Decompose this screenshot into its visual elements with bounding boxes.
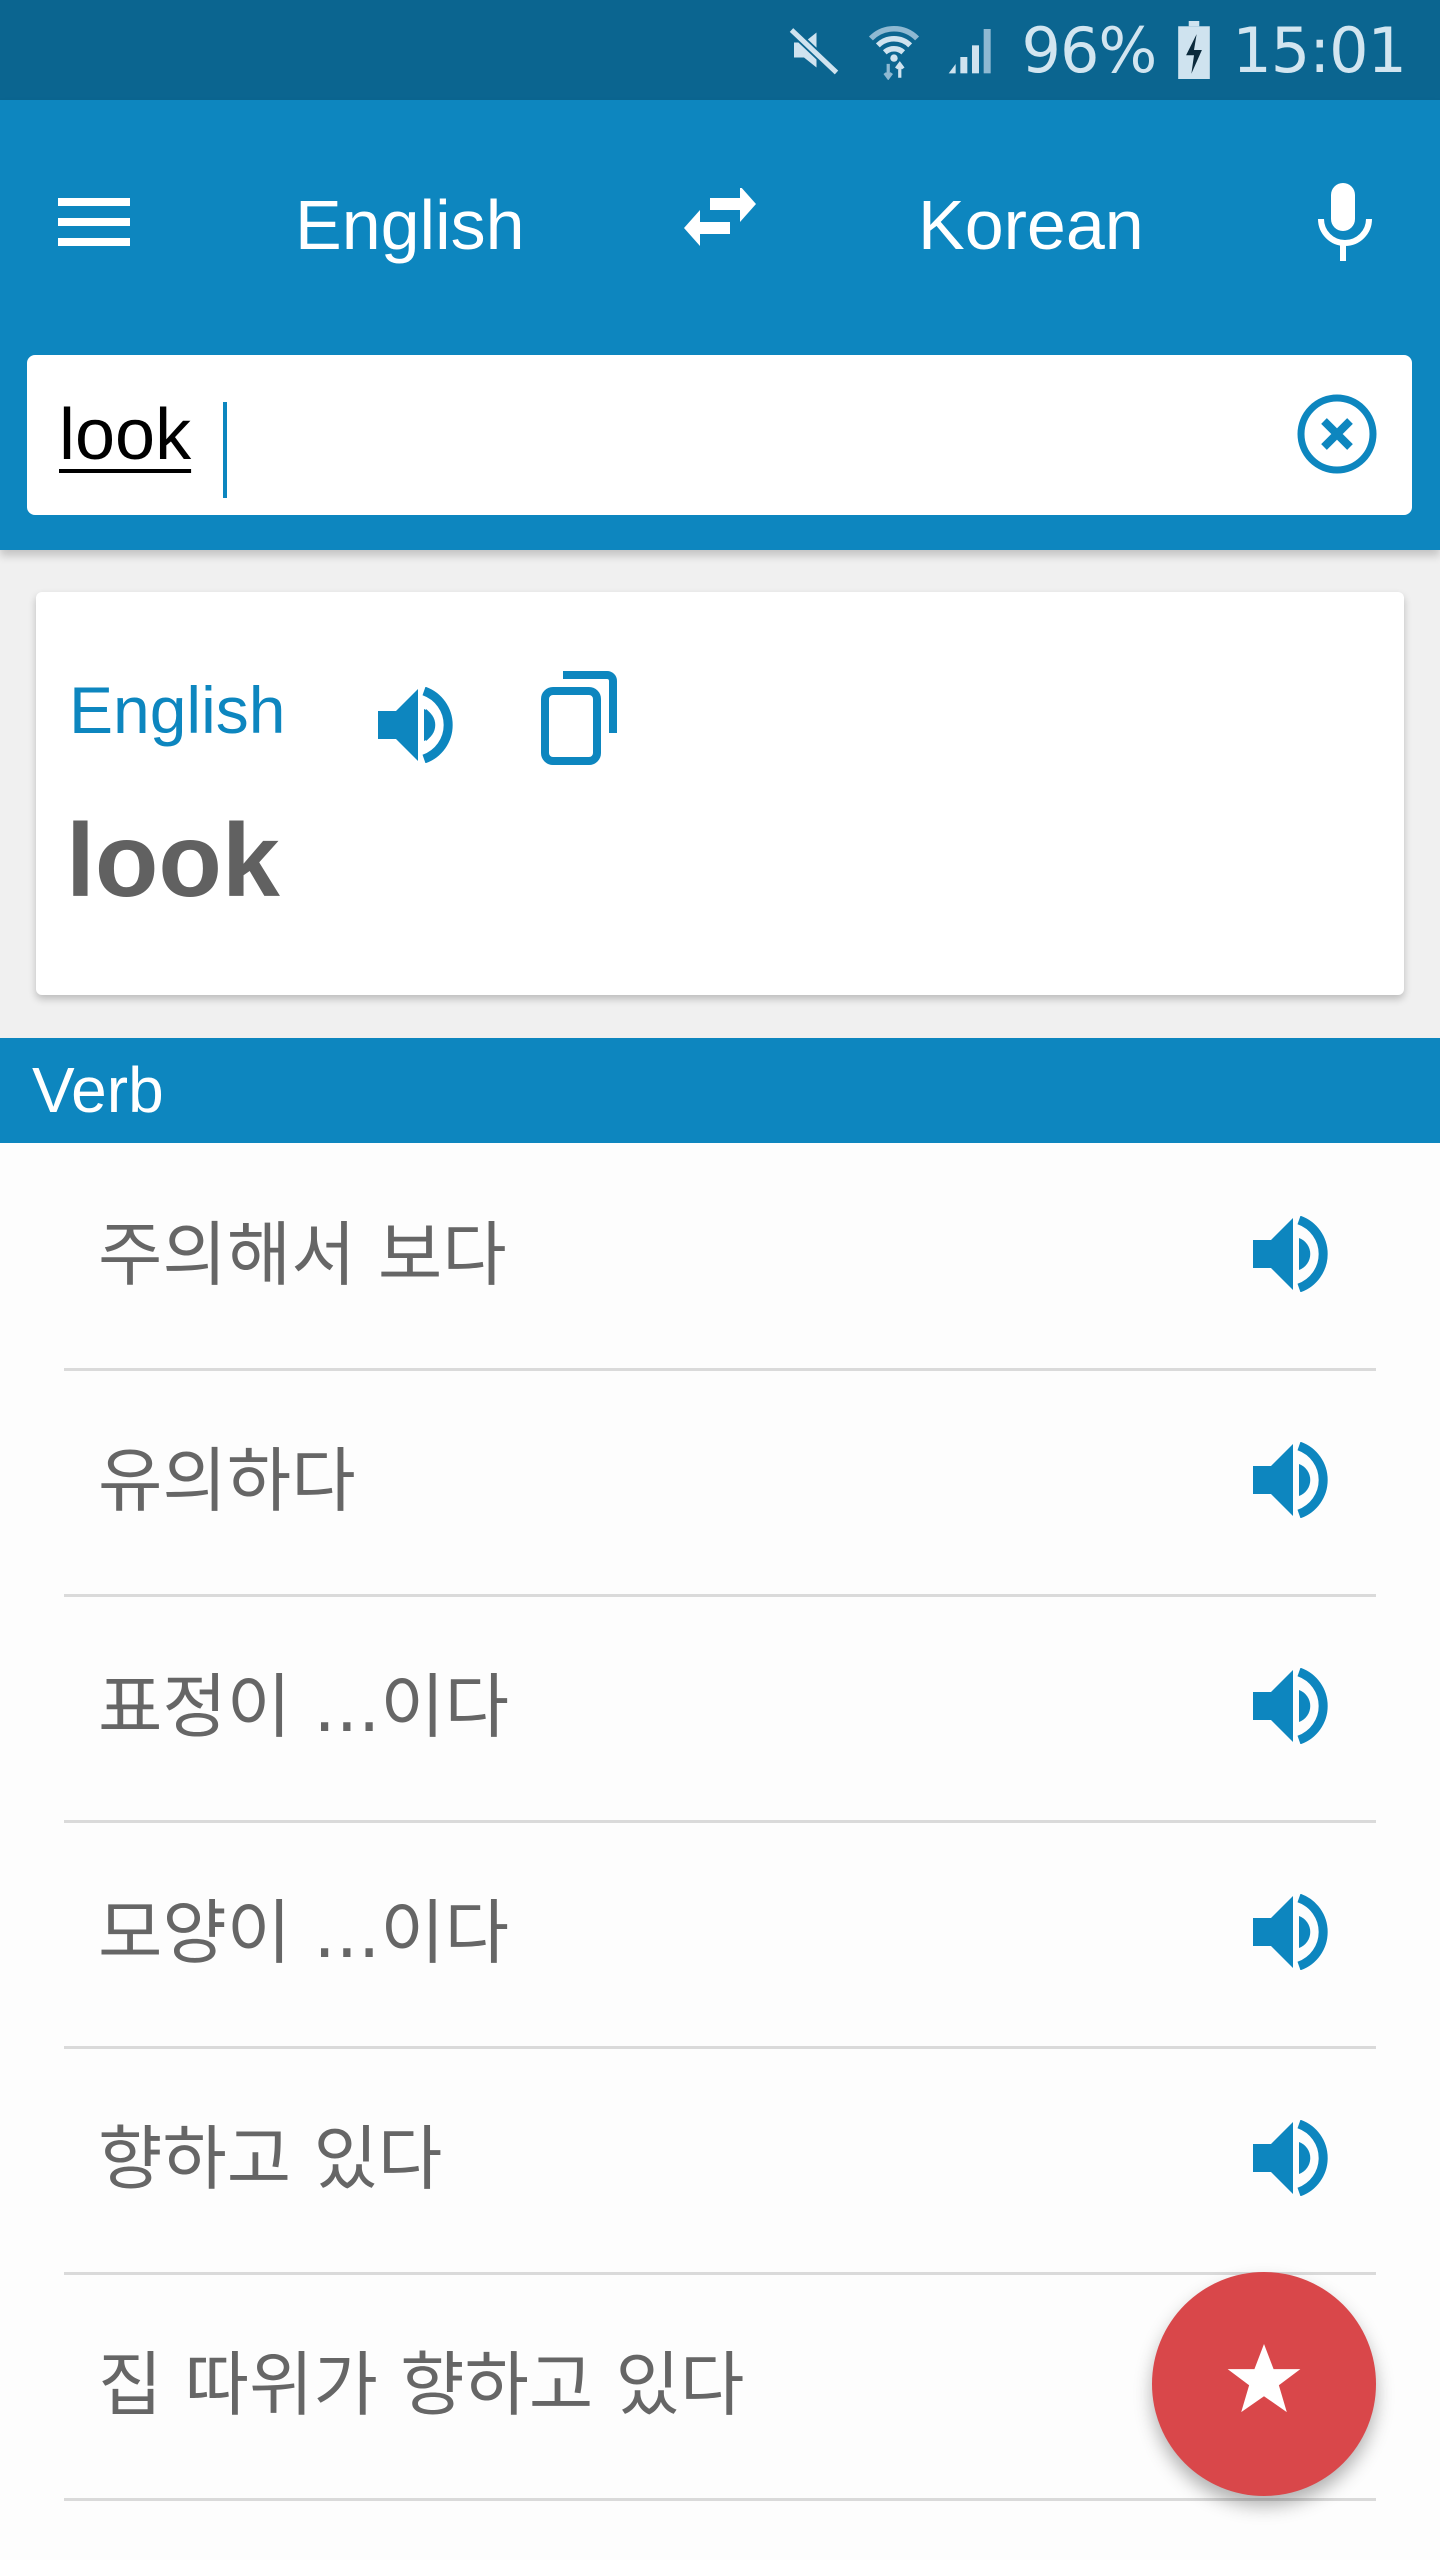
source-word: look xyxy=(66,803,280,919)
copy-icon xyxy=(541,669,621,769)
translation-row[interactable]: 향하고 있다 xyxy=(64,2047,1376,2275)
mute-icon xyxy=(784,20,844,80)
source-language-selector[interactable]: English xyxy=(295,170,525,280)
play-translation-audio-button[interactable] xyxy=(1236,1201,1346,1311)
translation-text: 집 따위가 향하고 있다 xyxy=(98,2344,745,2426)
part-of-speech-header: Verb xyxy=(0,1038,1440,1143)
clear-circle-x-icon xyxy=(1295,392,1379,480)
source-word-card: English look xyxy=(36,592,1404,995)
play-source-audio-button[interactable] xyxy=(366,672,466,782)
battery-charging-icon xyxy=(1178,21,1211,79)
status-bar: 96% 15:01 xyxy=(0,0,1440,100)
target-language-selector[interactable]: Korean xyxy=(918,170,1144,280)
translation-row[interactable]: 표정이 ...이다 xyxy=(64,1595,1376,1823)
play-translation-audio-button[interactable] xyxy=(1236,1653,1346,1763)
translation-row[interactable]: 주의해서 보다 xyxy=(64,1143,1376,1371)
app-toolbar: English Korean xyxy=(0,100,1440,550)
play-translation-audio-button[interactable] xyxy=(1236,2105,1346,2215)
translation-text: 주의해서 보다 xyxy=(98,1214,507,1296)
translation-text: 모양이 ...이다 xyxy=(98,1892,510,1974)
speaker-icon xyxy=(1251,1667,1331,1748)
card-language-label: English xyxy=(69,673,286,747)
translation-row[interactable]: 모양이 ...이다 xyxy=(64,1821,1376,2049)
part-of-speech-label: Verb xyxy=(32,1054,164,1126)
speaker-icon xyxy=(376,686,456,767)
signal-icon xyxy=(944,22,1000,78)
clock: 15:01 xyxy=(1232,13,1407,87)
translation-text: 향하고 있다 xyxy=(98,2118,443,2200)
search-box xyxy=(27,355,1412,515)
swap-arrows-icon xyxy=(682,186,758,252)
hamburger-menu-icon xyxy=(58,198,132,252)
favorite-fab[interactable] xyxy=(1152,2272,1376,2496)
translation-text: 유의하다 xyxy=(98,1440,356,1522)
microphone-icon xyxy=(1315,183,1375,267)
battery-percent: 96% xyxy=(1021,13,1158,87)
clear-search-button[interactable] xyxy=(1292,391,1382,481)
translation-text: 표정이 ...이다 xyxy=(98,1666,510,1748)
search-input[interactable] xyxy=(59,385,1259,485)
wifi-icon xyxy=(866,20,922,80)
speaker-icon xyxy=(1251,1893,1331,1974)
speaker-icon xyxy=(1251,2119,1331,2200)
menu-button[interactable] xyxy=(40,170,150,280)
speaker-icon xyxy=(1251,1441,1331,1522)
play-translation-audio-button[interactable] xyxy=(1236,1427,1346,1537)
copy-button[interactable] xyxy=(526,654,636,784)
play-translation-audio-button[interactable] xyxy=(1236,1879,1346,1989)
star-icon xyxy=(1224,2344,1304,2424)
speaker-icon xyxy=(1251,1215,1331,1296)
text-caret xyxy=(223,402,227,498)
translation-row[interactable]: 유의하다 xyxy=(64,1369,1376,1597)
swap-languages-button[interactable] xyxy=(660,160,780,280)
voice-input-button[interactable] xyxy=(1290,160,1400,290)
